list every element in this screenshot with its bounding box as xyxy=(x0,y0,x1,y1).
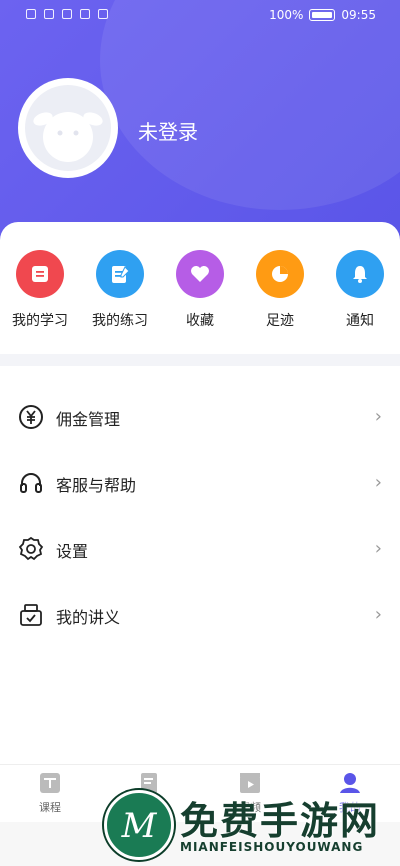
quick-item-footprint[interactable]: 足迹 xyxy=(240,250,320,330)
quick-item-notify[interactable]: 通知 xyxy=(320,250,400,330)
svg-text:M: M xyxy=(121,806,158,846)
watermark-logo-icon: M xyxy=(104,790,174,860)
section-divider xyxy=(0,354,400,366)
menu-label-commission: 佣金管理 xyxy=(56,410,121,429)
quick-item-favorites[interactable]: 收藏 xyxy=(160,250,240,330)
yen-icon xyxy=(18,404,44,430)
course-icon xyxy=(38,771,62,795)
printer-check-icon xyxy=(18,602,44,628)
chevron-right-icon: › xyxy=(374,406,382,427)
watermark-title: 免费手游网 xyxy=(180,799,381,843)
menu-label-handouts: 我的讲义 xyxy=(56,608,121,627)
status-icons xyxy=(26,9,108,19)
chevron-right-icon: › xyxy=(374,538,382,559)
quick-label-practice: 我的练习 xyxy=(92,313,148,329)
chevron-right-icon: › xyxy=(374,604,382,625)
bell-icon xyxy=(336,250,384,298)
status-right: 100% 09:55 xyxy=(269,8,376,22)
chevron-right-icon: › xyxy=(374,472,382,493)
profile-header: 100% 09:55 未登录 xyxy=(0,0,400,250)
usb-icon xyxy=(98,9,108,19)
wifi-icon xyxy=(44,9,54,19)
battery-icon xyxy=(309,9,336,21)
sim-icon xyxy=(26,9,36,19)
bluetooth-icon xyxy=(80,9,90,19)
menu-item-support[interactable]: 客服与帮助 › xyxy=(0,450,400,516)
menu-label-settings: 设置 xyxy=(56,542,89,561)
avatar[interactable] xyxy=(18,78,118,178)
watermark-subtitle: MIANFEISHOUYOUWANG xyxy=(180,840,364,854)
menu-item-settings[interactable]: 设置 › xyxy=(0,516,400,582)
menu-item-commission[interactable]: 佣金管理 › xyxy=(0,384,400,450)
study-icon xyxy=(16,250,64,298)
eye-icon xyxy=(62,9,72,19)
gear-icon xyxy=(18,536,44,562)
menu-label-support: 客服与帮助 xyxy=(56,476,137,495)
nav-item-course[interactable]: 课程 xyxy=(10,771,90,815)
quick-label-footprint: 足迹 xyxy=(266,313,294,329)
status-bar: 100% 09:55 xyxy=(0,0,400,32)
quick-item-study[interactable]: 我的学习 xyxy=(0,250,80,330)
battery-percent: 100% xyxy=(269,8,304,22)
quick-label-notify: 通知 xyxy=(346,313,374,329)
quick-label-favorites: 收藏 xyxy=(186,313,214,329)
heart-tag-icon xyxy=(176,250,224,298)
quick-label-study: 我的学习 xyxy=(12,313,68,329)
login-status[interactable]: 未登录 xyxy=(138,116,198,145)
watermark: M 免费手游网 MIANFEISHOUYOUWANG xyxy=(96,786,396,866)
quick-actions: 我的学习 我的练习 收藏 足迹 通知 xyxy=(0,222,400,354)
practice-icon xyxy=(96,250,144,298)
menu-item-handouts[interactable]: 我的讲义 › xyxy=(0,582,400,648)
clock: 09:55 xyxy=(341,8,376,22)
quick-item-practice[interactable]: 我的练习 xyxy=(80,250,160,330)
cow-avatar-icon xyxy=(25,85,111,171)
nav-label-course: 课程 xyxy=(39,801,61,814)
headset-icon xyxy=(18,470,44,496)
footprint-icon xyxy=(256,250,304,298)
